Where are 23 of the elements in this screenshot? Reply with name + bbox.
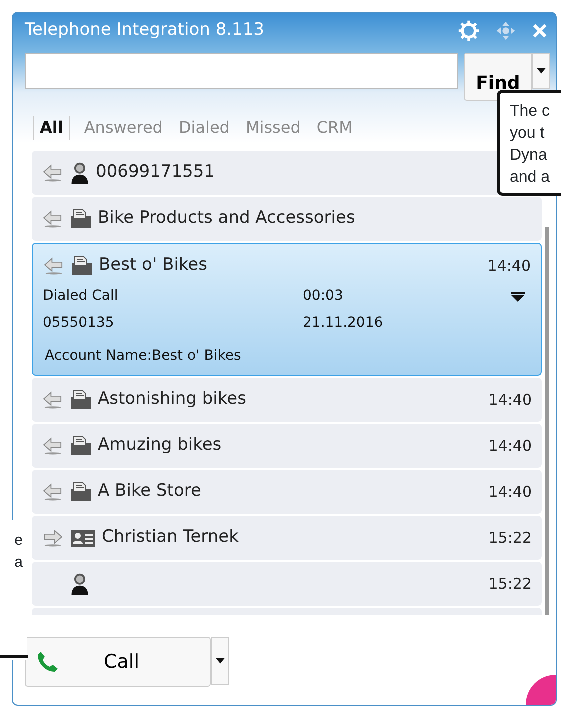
- callout-text: The c: [510, 102, 552, 122]
- caller-name: Astonishing bikes: [98, 388, 246, 412]
- caller-name: Best o' Bikes: [99, 254, 208, 278]
- caller-name: Bike Products and Accessories: [98, 207, 356, 230]
- call-time: 15:22: [488, 574, 532, 595]
- call-duration: 00:03: [303, 287, 344, 306]
- call-time: 15:22: [488, 528, 532, 549]
- callout-text: a: [14, 553, 24, 573]
- call-date: 21.11.2016: [303, 314, 384, 333]
- phone-number: 05550135: [43, 314, 116, 333]
- call-type: Dialed Call: [43, 287, 120, 306]
- call-time: 14:40: [488, 390, 532, 411]
- call-time: 14:40: [488, 436, 532, 457]
- account-name: Account Name:Best o' Bikes: [45, 347, 242, 366]
- callout-text: e: [14, 531, 24, 551]
- caller-name: A Bike Store: [98, 480, 202, 504]
- caller-name: Amuzing bikes: [98, 434, 222, 458]
- call-time: 14:40: [488, 482, 532, 503]
- call-time: 14:40: [488, 256, 531, 277]
- callout-text: you t: [510, 124, 546, 144]
- caller-name: 00699171551: [96, 161, 215, 184]
- window-title: Telephone Integration 8.113: [25, 19, 264, 42]
- caller-name: Christian Ternek: [102, 526, 239, 550]
